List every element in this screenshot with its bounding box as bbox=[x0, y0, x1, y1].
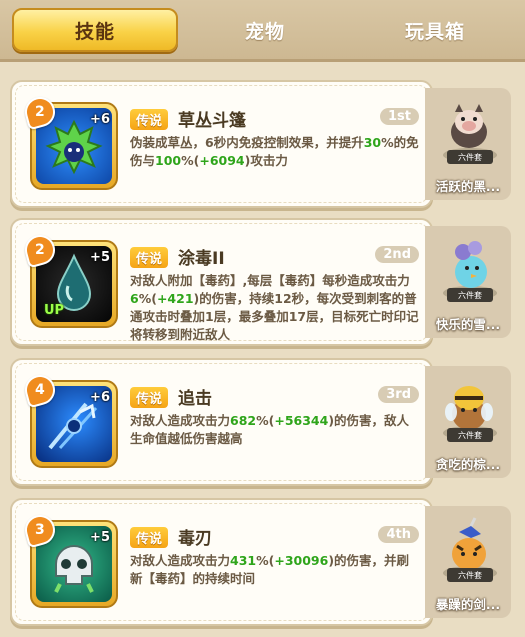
pet-set-tag: 六件套 bbox=[447, 150, 493, 164]
rank-badge: 3rd bbox=[378, 386, 419, 403]
description-text: %( bbox=[256, 413, 275, 428]
pet-slot[interactable]: 六件套 活跃的黑... bbox=[425, 88, 511, 200]
skill-row[interactable]: UP +5 2 传说 涂毒II 2nd 对敌人附加【毒药】,每层【毒药】每秒造成… bbox=[10, 218, 515, 354]
pet-name: 快乐的雪... bbox=[435, 317, 501, 332]
skill-icon-frame: UP +5 2 bbox=[21, 231, 118, 328]
skill-name: 草丛斗篷 bbox=[178, 111, 246, 131]
tab-toy-box[interactable]: 玩具箱 bbox=[355, 8, 515, 52]
pet-set-tag: 六件套 bbox=[447, 288, 493, 302]
pet-slot[interactable]: 六件套 贪吃的棕... bbox=[425, 366, 511, 478]
pet-set-tag: 六件套 bbox=[447, 568, 493, 582]
highlight-value: 6 bbox=[130, 291, 139, 306]
skill-description: 对敌人造成攻击力682%(+56344)的伤害，敌人生命值越低伤害越高 bbox=[130, 412, 420, 448]
skill-row[interactable]: +6 4 传说 追击 3rd 对敌人造成攻击力682%(+56344)的伤害，敌… bbox=[10, 358, 515, 494]
rank-badge: 4th bbox=[378, 526, 419, 543]
skill-row[interactable]: +6 2 传说 草丛斗篷 1st 伪装成草丛，6秒内免疫控制效果，并提升30%的… bbox=[10, 80, 515, 216]
pet-name: 贪吃的棕... bbox=[435, 457, 501, 472]
skill-description: 对敌人附加【毒药】,每层【毒药】每秒造成攻击力6%(+421)的伤害，持续12秒… bbox=[130, 272, 420, 344]
tab-bar: 技能 宠物 玩具箱 bbox=[0, 0, 525, 62]
pet-name: 活跃的黑... bbox=[435, 179, 501, 194]
pet-slot[interactable]: 六件套 暴躁的剑... bbox=[425, 506, 511, 618]
tab-pets[interactable]: 宠物 bbox=[190, 8, 340, 52]
skill-description: 伪装成草丛，6秒内免疫控制效果，并提升30%的免伤与100%(+6094)攻击力 bbox=[130, 134, 420, 170]
skill-name: 毒刃 bbox=[178, 529, 212, 549]
skill-card[interactable]: +6 2 传说 草丛斗篷 1st 伪装成草丛，6秒内免疫控制效果，并提升30%的… bbox=[10, 80, 433, 208]
rarity-badge: 传说 bbox=[130, 387, 169, 408]
enhance-count: +6 bbox=[90, 390, 110, 405]
enhance-count: +5 bbox=[90, 530, 110, 545]
skill-name: 追击 bbox=[178, 389, 212, 409]
rank-badge: 1st bbox=[380, 108, 419, 125]
description-text: %( bbox=[256, 553, 275, 568]
highlight-value: 682 bbox=[230, 413, 257, 428]
description-text: 伪装成草丛，6秒内免疫控制效果，并提升 bbox=[130, 135, 364, 150]
highlight-value: 431 bbox=[230, 553, 257, 568]
upgrade-tag: UP bbox=[44, 303, 65, 318]
skill-icon-frame: +5 3 bbox=[21, 511, 118, 608]
highlight-value: +421 bbox=[156, 291, 194, 306]
rarity-badge: 传说 bbox=[130, 109, 169, 130]
skill-card[interactable]: UP +5 2 传说 涂毒II 2nd 对敌人附加【毒药】,每层【毒药】每秒造成… bbox=[10, 218, 433, 346]
description-text: )攻击力 bbox=[244, 153, 288, 168]
pet-slot[interactable]: 六件套 快乐的雪... bbox=[425, 226, 511, 338]
description-text: %( bbox=[181, 153, 200, 168]
description-text: %( bbox=[138, 291, 157, 306]
skill-card[interactable]: +6 4 传说 追击 3rd 对敌人造成攻击力682%(+56344)的伤害，敌… bbox=[10, 358, 433, 486]
rank-badge: 2nd bbox=[375, 246, 419, 263]
skill-icon-frame: +6 2 bbox=[21, 93, 118, 190]
skill-description: 对敌人造成攻击力431%(+30096)的伤害，并刷新【毒药】的持续时间 bbox=[130, 552, 420, 588]
skill-icon-frame: +6 4 bbox=[21, 371, 118, 468]
description-text: 对敌人造成攻击力 bbox=[130, 553, 231, 568]
rarity-badge: 传说 bbox=[130, 527, 169, 548]
pet-name: 暴躁的剑... bbox=[435, 597, 501, 612]
skill-card[interactable]: +5 3 传说 毒刃 4th 对敌人造成攻击力431%(+30096)的伤害，并… bbox=[10, 498, 433, 626]
highlight-value: 100 bbox=[155, 153, 182, 168]
highlight-value: +56344 bbox=[274, 413, 329, 428]
tab-skills[interactable]: 技能 bbox=[12, 8, 178, 52]
highlight-value: +30096 bbox=[274, 553, 329, 568]
skill-name: 涂毒II bbox=[178, 249, 225, 269]
rarity-badge: 传说 bbox=[130, 247, 169, 268]
description-text: 对敌人造成攻击力 bbox=[130, 413, 231, 428]
highlight-value: 30 bbox=[363, 135, 382, 150]
highlight-value: +6094 bbox=[199, 153, 245, 168]
description-text: 对敌人附加【毒药】,每层【毒药】每秒造成攻击力 bbox=[130, 273, 410, 288]
enhance-count: +6 bbox=[90, 112, 110, 127]
pet-set-tag: 六件套 bbox=[447, 428, 493, 442]
enhance-count: +5 bbox=[90, 250, 110, 265]
skill-row[interactable]: +5 3 传说 毒刃 4th 对敌人造成攻击力431%(+30096)的伤害，并… bbox=[10, 498, 515, 634]
